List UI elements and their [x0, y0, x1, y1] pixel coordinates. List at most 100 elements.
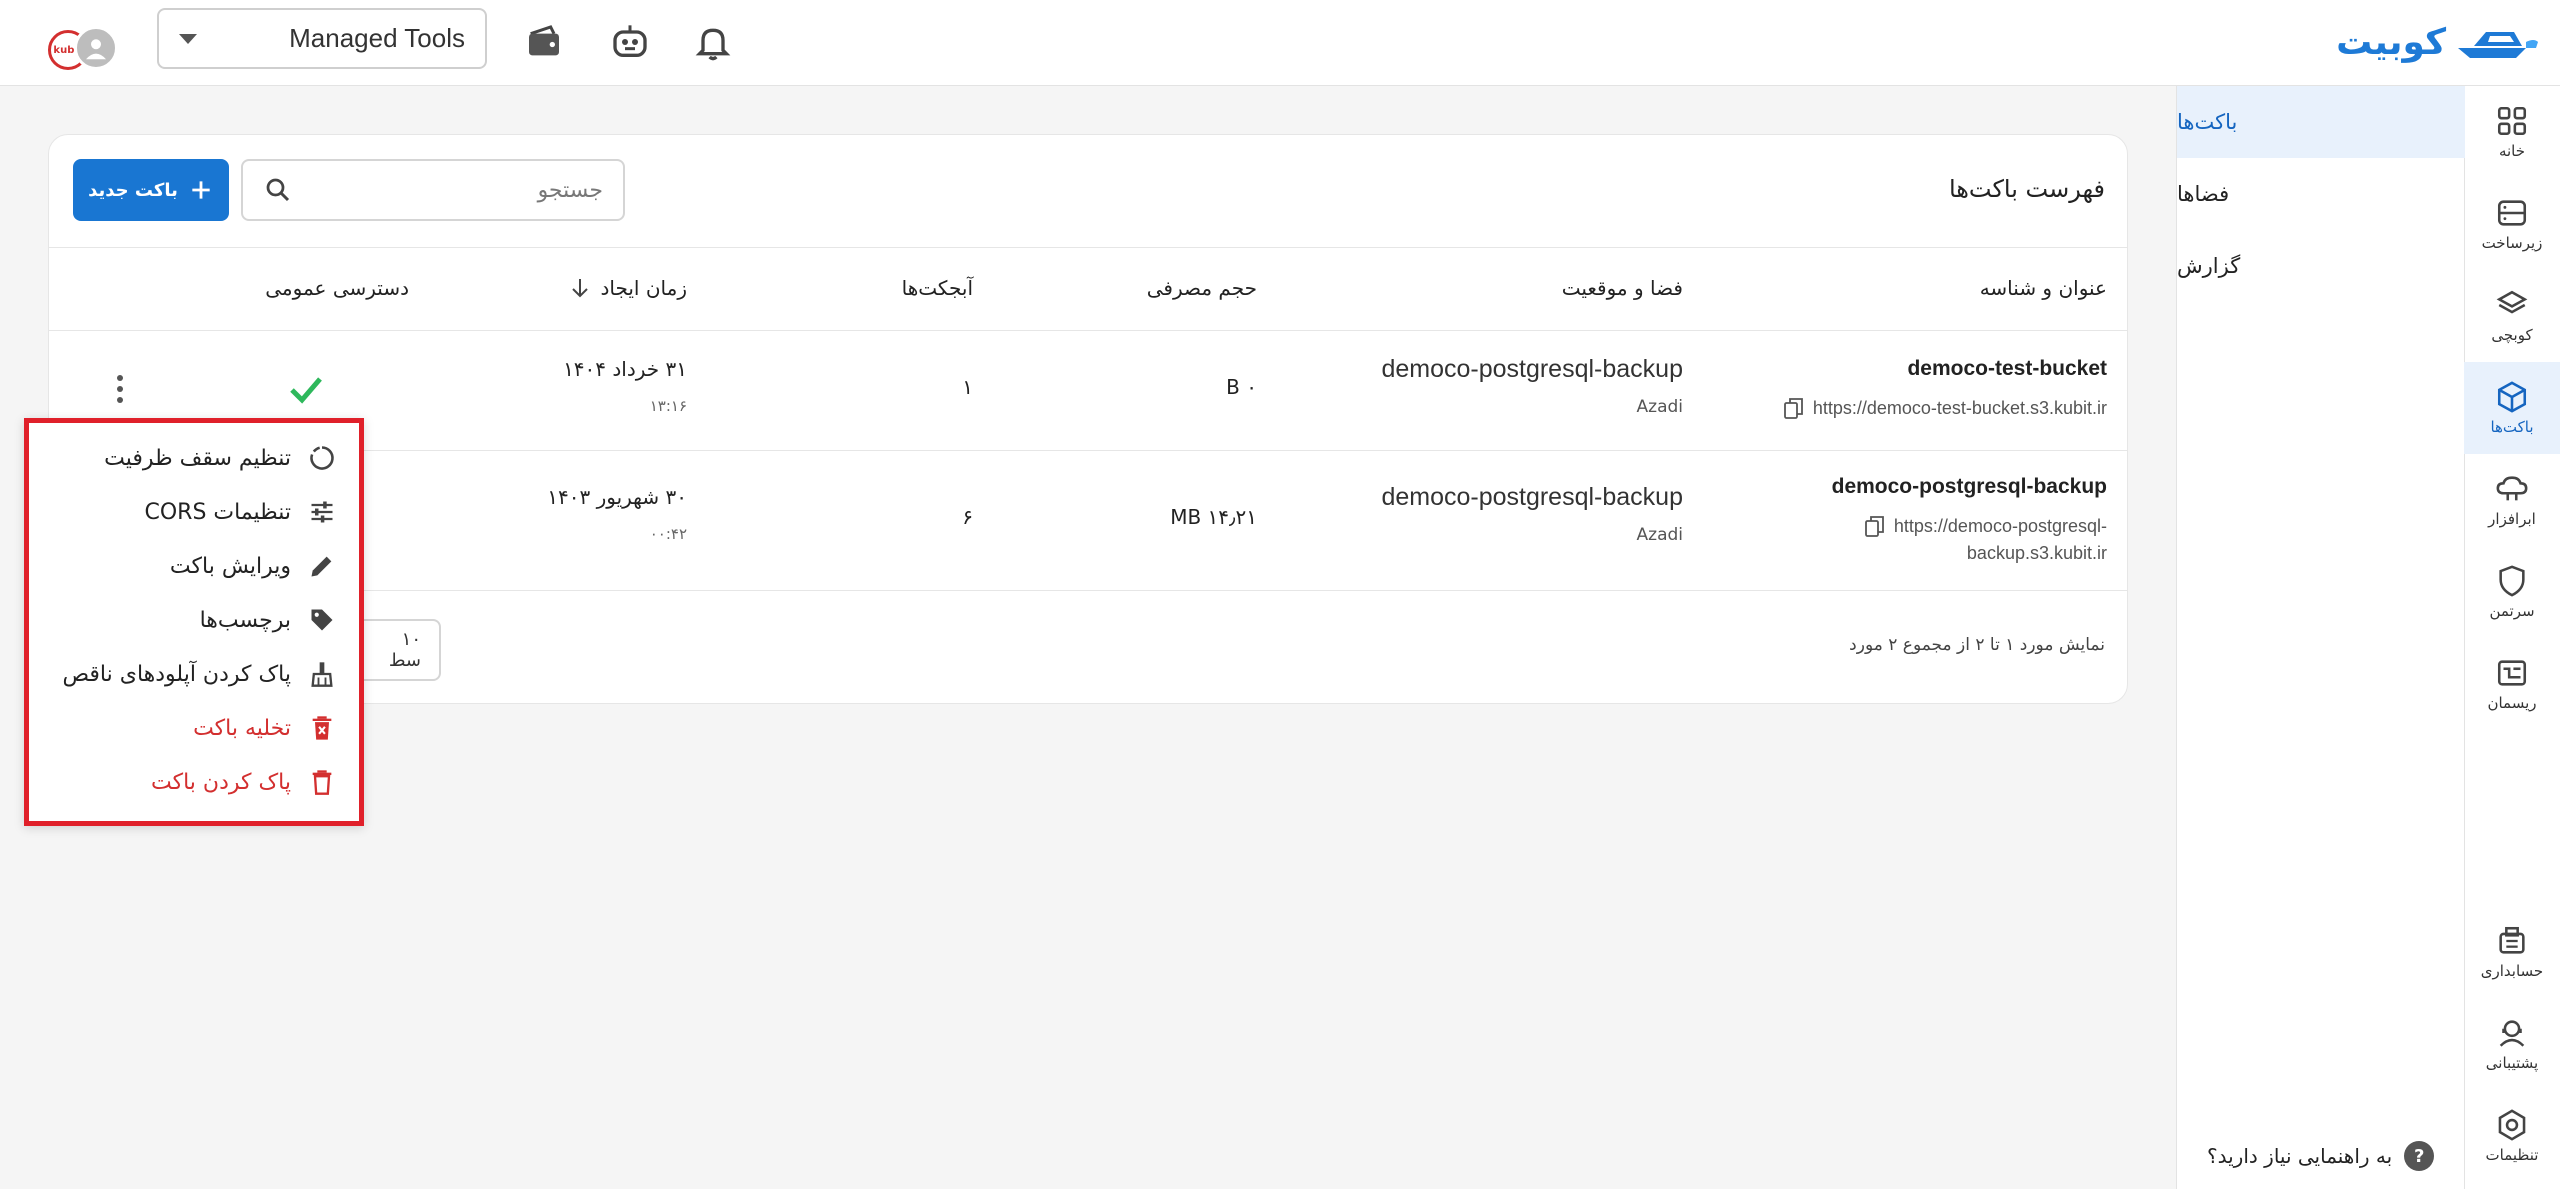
bucket-url: https://democo-test-bucket.s3.kubit.ir	[1783, 395, 2107, 422]
page-title: فهرست باکت‌ها	[1948, 175, 2105, 203]
rail-item-infrastructure[interactable]: زیرساخت	[2464, 178, 2560, 270]
column-header-public[interactable]: دسترسی عمومی	[265, 276, 409, 300]
rail-item-settings[interactable]: تنظیمات	[2464, 1090, 2560, 1182]
menu-item-tags[interactable]: برچسب‌ها	[29, 593, 359, 647]
bucket-url: https://democo-postgresql- backup.s3.kub…	[1864, 513, 2107, 567]
bucket-url-text: https://democo-test-bucket.s3.kubit.ir	[1812, 398, 2107, 418]
server-icon	[2497, 200, 2527, 226]
bucket-context-menu: تنظیم سقف ظرفیت تنظیمات CORS ویرایش باکت…	[24, 418, 364, 826]
objects-count: ۱	[962, 375, 973, 399]
space-name: democo-postgresql-backup	[1381, 483, 1683, 511]
help-link[interactable]: ? به راهنمایی نیاز دارید؟	[2207, 1141, 2435, 1171]
grid-icon	[2497, 106, 2527, 136]
bucket-url-line: https://democo-postgresql-	[1893, 516, 2107, 536]
menu-item-label: برچسب‌ها	[199, 607, 291, 633]
support-icon	[2499, 1020, 2525, 1047]
copy-icon[interactable]	[1864, 515, 1886, 539]
subnav-item-buckets[interactable]: باکت‌ها	[2177, 86, 2465, 158]
rail-item-buckets[interactable]: باکت‌ها	[2464, 362, 2560, 454]
bucket-url-line: backup.s3.kubit.ir	[1966, 543, 2107, 563]
bucket-url-text: https://democo-postgresql- backup.s3.kub…	[1894, 513, 2107, 567]
table-header: عنوان و شناسه فضا و موقعیت حجم مصرفی آبج…	[49, 247, 2127, 331]
column-header-created[interactable]: زمان ایجاد	[570, 276, 687, 300]
location: Azadi	[1636, 397, 1683, 417]
settings-icon	[2498, 1109, 2526, 1141]
rail-label: پشتیبانی	[2485, 1054, 2539, 1072]
boat-logo-icon	[2458, 32, 2538, 58]
menu-item-quota[interactable]: تنظیم سقف ظرفیت	[29, 431, 359, 485]
account-select[interactable]: Managed Tools	[157, 8, 487, 69]
brand-logo[interactable]: کوبیت	[2336, 14, 2540, 70]
cloud-icon	[2496, 476, 2528, 501]
rail-item-kubchi[interactable]: کوبچی	[2464, 270, 2560, 362]
sliders-icon	[307, 497, 337, 527]
rail-label: حسابداری	[2480, 962, 2544, 980]
chevron-down-icon	[179, 33, 197, 44]
pagination-summary: نمایش مورد ۱ تا ۲ از مجموع ۲ مورد	[1849, 635, 2105, 655]
bell-icon[interactable]	[689, 18, 737, 66]
menu-item-empty-bucket[interactable]: تخلیه باکت	[29, 701, 359, 755]
cube-icon	[2497, 381, 2527, 413]
copy-icon[interactable]	[1783, 397, 1805, 421]
help-text: به راهنمایی نیاز دارید؟	[2207, 1144, 2393, 1168]
new-bucket-button[interactable]: باکت جدید	[73, 159, 229, 221]
column-header-size[interactable]: حجم مصرفی	[1147, 276, 1257, 300]
created-time: ۱۳:۱۶	[649, 397, 687, 415]
column-header-name[interactable]: عنوان و شناسه	[1980, 276, 2107, 300]
created-date: ۳۰ شهریور ۱۴۰۳	[547, 485, 687, 509]
menu-item-delete-bucket[interactable]: پاک کردن باکت	[29, 755, 359, 809]
bucket-name: democo-postgresql-backup	[1831, 475, 2107, 498]
rail-label: ریسمان	[2487, 694, 2537, 712]
top-bar: کوبیت kubit Managed Tools	[0, 0, 2560, 86]
icon-rail: خانه زیرساخت کوبچی باکت‌ها ابرافزار سرتم…	[2464, 86, 2560, 1189]
pipeline-icon	[2497, 660, 2527, 686]
menu-item-label: پاک کردن آپلودهای ناقص	[62, 661, 291, 687]
robot-icon[interactable]	[606, 18, 654, 66]
subnav-item-spaces[interactable]: فضاها	[2177, 158, 2465, 230]
menu-item-label: پاک کردن باکت	[151, 769, 291, 795]
rail-item-support[interactable]: پشتیبانی	[2464, 998, 2560, 1090]
plus-icon	[192, 181, 210, 199]
trash-icon	[307, 767, 337, 797]
created-date: ۳۱ خرداد ۱۴۰۴	[563, 357, 687, 381]
column-header-objects[interactable]: آبجکت‌ها	[902, 276, 973, 300]
rail-label: تنظیمات	[2485, 1146, 2539, 1164]
column-header-space[interactable]: فضا و موقعیت	[1562, 276, 1683, 300]
rail-item-cloud[interactable]: ابرافزار	[2464, 454, 2560, 546]
rail-item-home[interactable]: خانه	[2464, 86, 2560, 178]
user-avatar-group[interactable]: kubit	[40, 12, 124, 72]
avatar[interactable]	[74, 26, 118, 70]
rail-item-accounting[interactable]: حسابداری	[2464, 906, 2560, 998]
subnav-item-report[interactable]: گزارش	[2177, 230, 2465, 302]
rail-label: ابرافزار	[2488, 510, 2536, 528]
wallet-icon[interactable]	[520, 18, 568, 66]
menu-item-cors[interactable]: تنظیمات CORS	[29, 485, 359, 539]
rail-item-pipeline[interactable]: ریسمان	[2464, 638, 2560, 730]
more-options-icon[interactable]	[117, 375, 123, 403]
rail-label: زیرساخت	[2481, 234, 2543, 252]
top-left-controls: kubit	[40, 10, 124, 74]
bucket-name: democo-test-bucket	[1907, 357, 2107, 380]
created-time: ۰۰:۴۲	[649, 525, 687, 543]
search-field[interactable]	[241, 159, 625, 221]
tag-icon	[307, 605, 337, 635]
search-input[interactable]	[293, 177, 603, 203]
menu-item-edit[interactable]: ویرایش باکت	[29, 539, 359, 593]
space-name: democo-postgresql-backup	[1381, 355, 1683, 383]
sub-navigation: باکت‌ها فضاها گزارش ? به راهنمایی نیاز د…	[2176, 86, 2465, 1189]
accounting-icon	[2499, 926, 2525, 954]
help-icon: ?	[2404, 1141, 2435, 1171]
rail-label: باکت‌ها	[2490, 418, 2534, 436]
rail-label: سرتمن	[2489, 602, 2535, 620]
quota-icon	[307, 443, 337, 473]
menu-item-clean-uploads[interactable]: پاک کردن آپلودهای ناقص	[29, 647, 359, 701]
location: Azadi	[1636, 525, 1683, 545]
menu-item-label: تخلیه باکت	[193, 715, 291, 741]
column-header-created-label: زمان ایجاد	[600, 276, 687, 300]
arrow-down-icon	[572, 279, 589, 298]
shield-icon	[2499, 565, 2525, 597]
rail-item-sartaman[interactable]: سرتمن	[2464, 546, 2560, 638]
new-bucket-label: باکت جدید	[88, 179, 178, 201]
account-select-value: Managed Tools	[289, 23, 465, 53]
search-icon	[266, 178, 290, 202]
